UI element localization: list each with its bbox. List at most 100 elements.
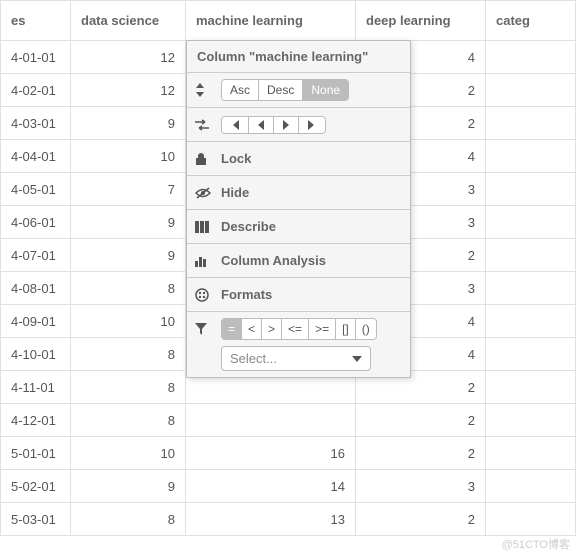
table-row[interactable]: 4-12-018 2 [1,404,576,437]
lock-row[interactable]: Lock [187,142,410,176]
cell-ds[interactable]: 10 [71,305,186,338]
cell-ds[interactable]: 9 [71,470,186,503]
cell-dl[interactable]: 3 [356,470,486,503]
cell-ds[interactable]: 12 [71,41,186,74]
formats-row[interactable]: Formats [187,278,410,312]
cell-date[interactable]: 4-07-01 [1,239,71,272]
cell-date[interactable]: 4-08-01 [1,272,71,305]
cell-ml[interactable]: 14 [186,470,356,503]
col-header-categ[interactable]: categ [486,1,576,41]
cell-categ[interactable] [486,107,576,140]
cell-date[interactable]: 4-12-01 [1,404,71,437]
cell-date[interactable]: 4-11-01 [1,371,71,404]
formats-label: Formats [221,287,272,302]
hide-row[interactable]: Hide [187,176,410,210]
cell-categ[interactable] [486,239,576,272]
move-first-button[interactable] [222,117,249,133]
op-ge-button[interactable]: >= [309,319,336,339]
lock-label: Lock [221,151,251,166]
cell-categ[interactable] [486,140,576,173]
cell-ml[interactable]: 16 [186,437,356,470]
cell-ds[interactable]: 8 [71,338,186,371]
op-eq-button[interactable]: = [222,319,242,339]
cell-date[interactable]: 4-04-01 [1,140,71,173]
move-prev-button[interactable] [249,117,274,133]
cell-categ[interactable] [486,41,576,74]
cell-ml[interactable]: 13 [186,503,356,536]
table-row[interactable]: 5-01-0110162 [1,437,576,470]
cell-dl[interactable]: 2 [356,437,486,470]
sort-asc-button[interactable]: Asc [222,80,259,100]
move-buttons [221,116,326,134]
cell-categ[interactable] [486,272,576,305]
move-icon [195,119,213,131]
move-row [187,108,410,142]
table-row[interactable]: 5-02-019143 [1,470,576,503]
cell-date[interactable]: 5-03-01 [1,503,71,536]
cell-ds[interactable]: 10 [71,437,186,470]
sort-buttons: Asc Desc None [221,79,349,101]
sort-row: Asc Desc None [187,73,410,108]
cell-categ[interactable] [486,404,576,437]
col-header-dates[interactable]: es [1,1,71,41]
chevron-down-icon [352,356,362,362]
cell-categ[interactable] [486,437,576,470]
table-row[interactable]: 5-03-018132 [1,503,576,536]
cell-date[interactable]: 5-01-01 [1,437,71,470]
filter-icon [195,323,213,335]
col-header-deep-learning[interactable]: deep learning [356,1,486,41]
cell-ds[interactable]: 9 [71,107,186,140]
formats-icon [195,288,213,302]
describe-label: Describe [221,219,276,234]
column-context-menu: Column "machine learning" Asc Desc None … [186,40,411,378]
sort-none-button[interactable]: None [303,80,348,100]
cell-categ[interactable] [486,371,576,404]
cell-categ[interactable] [486,503,576,536]
cell-categ[interactable] [486,206,576,239]
lock-icon [195,152,213,166]
col-header-data-science[interactable]: data science [71,1,186,41]
describe-row[interactable]: Describe [187,210,410,244]
cell-date[interactable]: 4-03-01 [1,107,71,140]
cell-date[interactable]: 5-02-01 [1,470,71,503]
sort-desc-button[interactable]: Desc [259,80,303,100]
col-header-machine-learning[interactable]: machine learning [186,1,356,41]
op-gt-button[interactable]: > [262,319,282,339]
cell-ds[interactable]: 8 [71,503,186,536]
cell-ds[interactable]: 8 [71,272,186,305]
cell-date[interactable]: 4-01-01 [1,41,71,74]
filter-select-dropdown[interactable]: Select... [221,346,371,371]
analysis-icon [195,255,213,267]
op-parens-button[interactable]: () [356,319,376,339]
cell-categ[interactable] [486,173,576,206]
cell-dl[interactable]: 2 [356,404,486,437]
move-next-button[interactable] [274,117,299,133]
cell-ds[interactable]: 8 [71,404,186,437]
cell-dl[interactable]: 2 [356,503,486,536]
hide-icon [195,187,213,199]
cell-ds[interactable]: 8 [71,371,186,404]
cell-ds[interactable]: 10 [71,140,186,173]
op-brackets-button[interactable]: [] [336,319,356,339]
filter-row: = < > <= >= [] () Select... [187,312,410,377]
cell-ds[interactable]: 9 [71,239,186,272]
op-lt-button[interactable]: < [242,319,262,339]
cell-ml[interactable] [186,404,356,437]
cell-categ[interactable] [486,470,576,503]
cell-date[interactable]: 4-10-01 [1,338,71,371]
cell-date[interactable]: 4-09-01 [1,305,71,338]
cell-categ[interactable] [486,338,576,371]
cell-ds[interactable]: 12 [71,74,186,107]
cell-date[interactable]: 4-05-01 [1,173,71,206]
cell-categ[interactable] [486,74,576,107]
cell-ds[interactable]: 7 [71,173,186,206]
describe-icon [195,221,213,233]
op-le-button[interactable]: <= [282,319,309,339]
cell-date[interactable]: 4-02-01 [1,74,71,107]
cell-ds[interactable]: 9 [71,206,186,239]
cell-date[interactable]: 4-06-01 [1,206,71,239]
analysis-row[interactable]: Column Analysis [187,244,410,278]
filter-select-placeholder: Select... [230,351,277,366]
move-last-button[interactable] [299,117,325,133]
cell-categ[interactable] [486,305,576,338]
